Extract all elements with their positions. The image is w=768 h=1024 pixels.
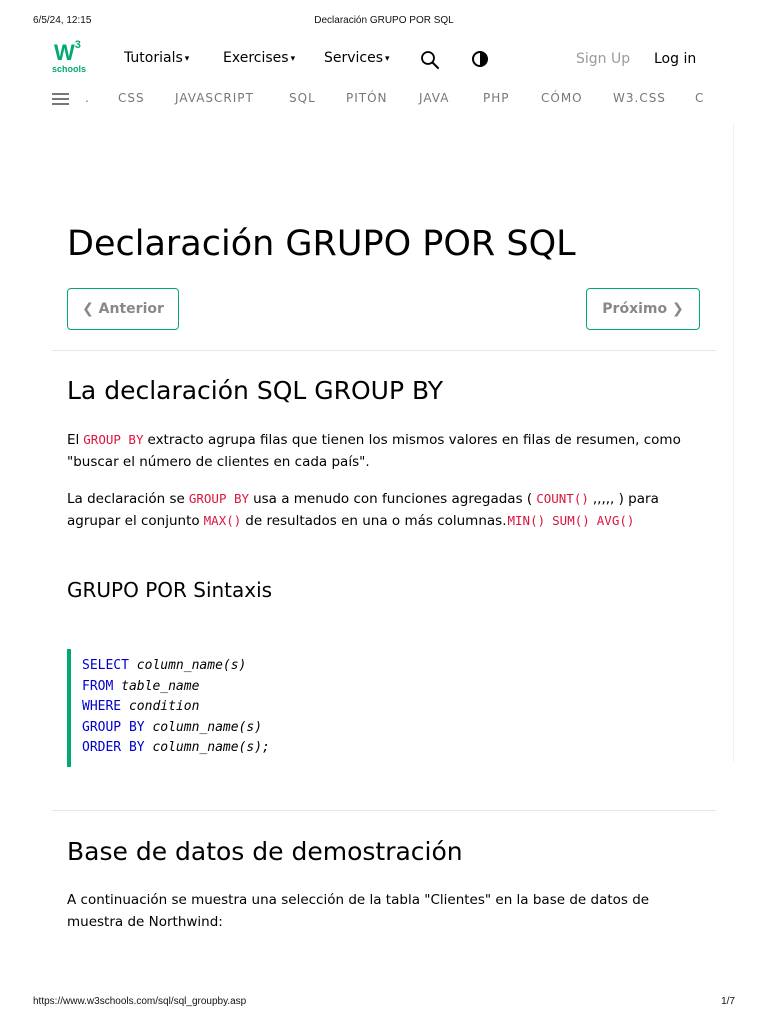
code-line: FROM table_name: [82, 678, 200, 694]
sign-up-link[interactable]: Sign Up: [576, 51, 630, 67]
section-heading-demo-database: Base de datos de demostración: [67, 837, 463, 866]
subnav-javascript[interactable]: JAVASCRIPT: [175, 91, 254, 105]
inline-code: SUM(): [552, 513, 590, 528]
exercises-menu[interactable]: Exercises ▾: [223, 50, 295, 66]
w3schools-logo[interactable]: W3 schools: [52, 38, 94, 76]
page-title: Declaración GRUPO POR SQL: [67, 224, 576, 264]
print-page-number: 1/7: [721, 996, 735, 1007]
print-url: https://www.w3schools.com/sql/sql_groupb…: [33, 996, 247, 1007]
chevron-down-icon: ▾: [385, 54, 390, 64]
top-navigation: W3 schools Tutorials ▾ Exercises ▾ Service…: [52, 36, 722, 84]
print-header: 6/5/24, 12:15 Declaración GRUPO POR SQL: [0, 15, 768, 29]
chevron-down-icon: ▾: [290, 54, 296, 64]
content-border: [733, 122, 734, 762]
code-line: ORDER BY column_name(s);: [82, 740, 270, 755]
divider: [52, 810, 716, 811]
paragraph-demo-database: A continuación se muestra una selección …: [67, 892, 650, 930]
subnav-dot: .: [85, 91, 90, 105]
paragraph-group-by-intro: El GROUP BY extracto agrupa filas que tien…: [67, 432, 681, 470]
subnav-c[interactable]: C: [695, 91, 704, 105]
inline-code: GROUP BY: [188, 491, 250, 506]
syntax-code-block: SELECT column_name(s) FROM table_name WH…: [67, 649, 707, 767]
logo-mark: W3: [54, 38, 81, 65]
inline-code: AVG(): [596, 513, 635, 528]
subnav-sql[interactable]: SQL: [289, 91, 316, 105]
next-button[interactable]: Próximo ❯: [586, 288, 700, 330]
search-icon[interactable]: [420, 50, 440, 70]
subnav-java[interactable]: JAVA: [419, 91, 449, 105]
logo-text: schools: [52, 64, 87, 74]
code-line: SELECT column_name(s): [82, 658, 247, 673]
inline-code: COUNT(): [536, 491, 589, 506]
inline-code: MAX(): [203, 513, 242, 528]
paragraph-aggregate-functions: La declaración se GROUP BY usa a menudo co…: [67, 491, 659, 529]
code-line: GROUP BY column_name(s): [82, 719, 263, 735]
subnav-php[interactable]: PHP: [483, 91, 510, 105]
previous-button[interactable]: ❮ Anterior: [67, 288, 179, 330]
divider: [52, 350, 716, 351]
tutorials-menu[interactable]: Tutorials ▾: [124, 50, 189, 66]
subnav-howto[interactable]: CÓMO: [541, 91, 583, 105]
log-in-link[interactable]: Log in: [654, 51, 696, 67]
chevron-down-icon: ▾: [184, 54, 190, 64]
subnav-python[interactable]: PITÓN: [346, 91, 388, 105]
code-line: WHERE condition: [82, 699, 200, 714]
inline-code: GROUP BY: [83, 432, 144, 447]
inline-code: MIN(): [507, 513, 546, 528]
syntax-heading: GRUPO POR Sintaxis: [67, 578, 273, 602]
subnav-css[interactable]: CSS: [118, 91, 145, 105]
subject-navigation: . CSS JAVASCRIPT SQL PITÓN JAVA PHP CÓMO…: [52, 88, 704, 110]
services-menu[interactable]: Services ▾: [324, 50, 390, 66]
contrast-icon[interactable]: [471, 50, 489, 68]
hamburger-menu-icon[interactable]: [52, 93, 69, 105]
print-doc-title: Declaración GRUPO POR SQL: [314, 15, 454, 26]
print-footer: https://www.w3schools.com/sql/sql_groupb…: [0, 996, 768, 1010]
subnav-w3css[interactable]: W3.CSS: [613, 91, 666, 105]
section-heading-group-by: La declaración SQL GROUP BY: [67, 376, 444, 405]
